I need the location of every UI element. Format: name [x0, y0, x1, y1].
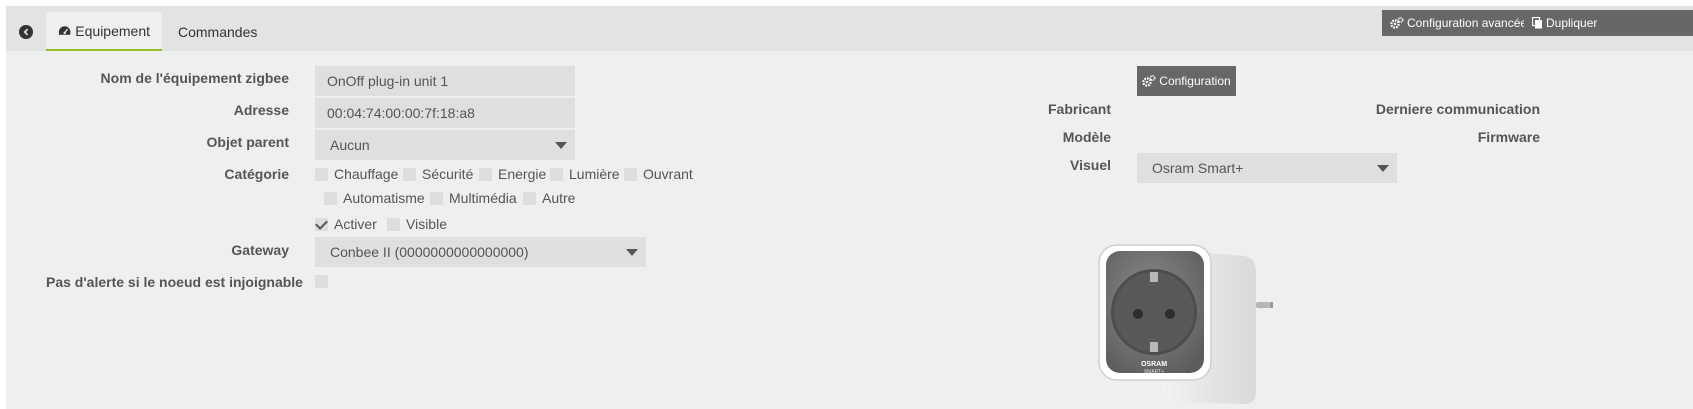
category-multimedia-checkbox[interactable]: Multimédia: [430, 190, 517, 206]
cogs-icon: [1390, 17, 1404, 29]
parent-select[interactable]: Aucun: [315, 130, 575, 160]
dashboard-icon: [58, 25, 71, 35]
visual-select[interactable]: Osram Smart+: [1137, 153, 1397, 183]
no-alert-checkbox[interactable]: [315, 275, 334, 288]
caret-down-icon: [1377, 165, 1389, 172]
duplicate-label: Dupliquer: [1546, 16, 1598, 30]
tab-commands-label: Commandes: [178, 23, 258, 40]
category-ouvrant-label: Ouvrant: [643, 166, 693, 182]
tab-equipment-label: Equipement: [75, 22, 150, 39]
category-autre-checkbox[interactable]: Autre: [523, 190, 575, 206]
tab-commands[interactable]: Commandes: [162, 12, 269, 51]
last-communication-label: Derniere communication: [1375, 101, 1540, 117]
category-lumiere-checkbox[interactable]: Lumière: [550, 166, 620, 182]
checkbox-box: [324, 191, 337, 205]
caret-down-icon: [555, 142, 567, 149]
parent-select-value: Aucun: [330, 137, 370, 153]
address-label: Adresse: [233, 102, 289, 118]
copy-icon: [1532, 17, 1542, 29]
arrow-left-circle-icon: [19, 24, 33, 39]
no-alert-label: Pas d'alerte si le noeud est injoignable: [46, 274, 303, 290]
category-ouvrant-checkbox[interactable]: Ouvrant: [624, 166, 693, 182]
visual-select-value: Osram Smart+: [1152, 160, 1244, 176]
category-securite-checkbox[interactable]: Sécurité: [403, 166, 473, 182]
category-chauffage-checkbox[interactable]: Chauffage: [315, 166, 398, 182]
category-lumiere-label: Lumière: [569, 166, 620, 182]
firmware-label: Firmware: [1477, 129, 1540, 145]
visible-label: Visible: [406, 216, 447, 232]
checkbox-box: [315, 275, 328, 288]
back-button[interactable]: [6, 12, 46, 51]
checkbox-box: [387, 217, 400, 231]
configuration-label: Configuration: [1159, 74, 1231, 88]
tab-equipment[interactable]: Equipement: [46, 12, 162, 51]
page: Equipement Commandes Configuration avanc…: [6, 6, 1693, 409]
category-automatisme-label: Automatisme: [343, 190, 425, 206]
checkbox-box-checked: [315, 217, 328, 231]
category-securite-label: Sécurité: [422, 166, 474, 182]
checkbox-box: [430, 191, 443, 205]
caret-down-icon: [626, 249, 638, 256]
category-energie-checkbox[interactable]: Energie: [479, 166, 546, 182]
name-field[interactable]: OnOff plug-in unit 1: [315, 66, 575, 96]
duplicate-button[interactable]: Dupliquer: [1524, 10, 1693, 36]
gateway-select[interactable]: Conbee II (0000000000000000): [315, 237, 646, 267]
visible-checkbox[interactable]: Visible: [387, 216, 447, 232]
name-label: Nom de l'équipement zigbee: [100, 70, 289, 86]
checkbox-box: [624, 167, 637, 181]
tab-bar: Equipement Commandes Configuration avanc…: [6, 6, 1693, 51]
category-energie-label: Energie: [498, 166, 547, 182]
visual-label: Visuel: [1070, 157, 1111, 173]
enable-checkbox[interactable]: Activer: [315, 216, 377, 232]
category-label: Catégorie: [224, 166, 289, 182]
checkbox-box: [550, 167, 563, 181]
category-multimedia-label: Multimédia: [449, 190, 517, 206]
category-automatisme-checkbox[interactable]: Automatisme: [324, 190, 425, 206]
gateway-select-value: Conbee II (0000000000000000): [330, 244, 529, 260]
checkbox-box: [315, 167, 328, 181]
model-label: Modèle: [1062, 129, 1111, 145]
configuration-button[interactable]: Configuration: [1137, 66, 1236, 96]
enable-label: Activer: [334, 216, 377, 232]
parent-label: Objet parent: [206, 134, 289, 150]
address-field[interactable]: 00:04:74:00:00:7f:18:a8: [315, 98, 575, 128]
brand-logo-text: OSRAM: [1141, 361, 1167, 368]
gateway-label: Gateway: [231, 242, 289, 258]
checkbox-box: [523, 191, 536, 205]
category-autre-label: Autre: [542, 190, 576, 206]
checkbox-box: [479, 167, 492, 181]
category-chauffage-label: Chauffage: [334, 166, 399, 182]
cogs-icon: [1142, 75, 1156, 87]
checkbox-box: [403, 167, 416, 181]
subbrand-logo-text: SMART+: [1144, 369, 1164, 375]
smart-plug-image: OSRAM SMART+: [1098, 244, 1273, 404]
manufacturer-label: Fabricant: [1047, 101, 1111, 117]
advanced-config-button[interactable]: Configuration avancée: [1382, 10, 1524, 36]
advanced-config-label: Configuration avancée: [1407, 16, 1524, 30]
